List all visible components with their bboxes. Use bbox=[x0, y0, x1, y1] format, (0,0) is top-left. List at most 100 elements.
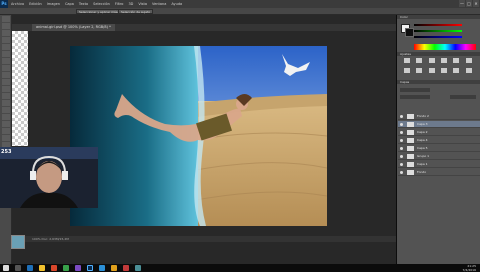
folder-icon[interactable] bbox=[39, 265, 45, 271]
status-bar: 100% Doc: 2,63M/15,2M bbox=[12, 236, 396, 242]
visibility-eye-icon[interactable] bbox=[400, 123, 403, 126]
photo-filter-icon[interactable] bbox=[428, 68, 435, 73]
image-canvas[interactable] bbox=[70, 46, 327, 226]
layer-row[interactable]: Capa 1 bbox=[398, 161, 480, 168]
blur-tool-icon[interactable] bbox=[2, 100, 10, 106]
search-icon[interactable] bbox=[15, 265, 21, 271]
start-button-icon[interactable] bbox=[3, 265, 9, 271]
black-white-icon[interactable] bbox=[416, 68, 423, 73]
history-brush-tool-icon[interactable] bbox=[2, 79, 10, 85]
channel-mixer-icon[interactable] bbox=[440, 68, 447, 73]
app-icon[interactable] bbox=[63, 265, 69, 271]
menu-window[interactable]: Ventana bbox=[152, 2, 166, 6]
layer-row[interactable]: Capa 2 bbox=[398, 129, 480, 136]
gradient-tool-icon[interactable] bbox=[2, 93, 10, 99]
shape-tool-icon[interactable] bbox=[2, 135, 10, 141]
document-tab[interactable]: animal-girl.psd @ 100% (Layer 2, RGB/8) … bbox=[32, 24, 115, 31]
vibrance-icon[interactable] bbox=[453, 58, 460, 63]
brush-tool-icon[interactable] bbox=[2, 65, 10, 71]
visibility-eye-icon[interactable] bbox=[400, 163, 403, 166]
crop-tool-icon[interactable] bbox=[2, 44, 10, 50]
visibility-eye-icon[interactable] bbox=[400, 171, 403, 174]
eraser-tool-icon[interactable] bbox=[2, 86, 10, 92]
dodge-tool-icon[interactable] bbox=[2, 107, 10, 113]
type-tool-icon[interactable] bbox=[2, 121, 10, 127]
gradient-map-icon[interactable] bbox=[465, 68, 472, 73]
adjustments-panel-header[interactable]: Ajustes bbox=[397, 52, 480, 56]
close-button[interactable]: ✕ bbox=[473, 0, 479, 7]
visibility-eye-icon[interactable] bbox=[400, 131, 403, 134]
maximize-button[interactable]: □ bbox=[466, 0, 472, 7]
app-icon[interactable] bbox=[135, 265, 141, 271]
menu-image[interactable]: Imagen bbox=[47, 2, 60, 6]
curves-icon[interactable] bbox=[428, 58, 435, 63]
layer-row-selected[interactable]: Capa 3 bbox=[398, 121, 480, 128]
layer-thumbnail bbox=[407, 122, 414, 127]
app-icon[interactable] bbox=[123, 265, 129, 271]
visibility-eye-icon[interactable] bbox=[400, 155, 403, 158]
menu-edit[interactable]: Edición bbox=[29, 2, 42, 6]
app-icon[interactable] bbox=[99, 265, 105, 271]
marquee-tool-icon[interactable] bbox=[2, 23, 10, 29]
browser-icon[interactable] bbox=[27, 265, 33, 271]
color-spectrum[interactable] bbox=[414, 44, 476, 50]
layer-row[interactable]: Capa 4 bbox=[398, 137, 480, 144]
menu-file[interactable]: Archivo bbox=[11, 2, 24, 6]
visibility-eye-icon[interactable] bbox=[400, 139, 403, 142]
layer-row[interactable]: Grupo 1 bbox=[398, 153, 480, 160]
app-icon[interactable] bbox=[111, 265, 117, 271]
photoshop-taskbar-icon[interactable] bbox=[87, 265, 93, 271]
lasso-tool-icon[interactable] bbox=[2, 30, 10, 36]
menu-filter[interactable]: Filtro bbox=[115, 2, 124, 6]
menu-layer[interactable]: Capa bbox=[65, 2, 74, 6]
move-tool-icon[interactable] bbox=[2, 16, 10, 22]
select-subject-button[interactable]: Selección de sujeto bbox=[118, 9, 154, 14]
hue-sat-icon[interactable] bbox=[465, 58, 472, 63]
layer-thumbnail bbox=[407, 130, 414, 135]
layer-row[interactable]: Fondo bbox=[398, 169, 480, 176]
menu-view[interactable]: Vista bbox=[138, 2, 147, 6]
menu-select[interactable]: Selección bbox=[93, 2, 110, 6]
blend-mode-dropdown[interactable] bbox=[400, 95, 430, 99]
brightness-icon[interactable] bbox=[404, 58, 410, 63]
invert-icon[interactable] bbox=[453, 68, 460, 73]
tools-panel bbox=[0, 15, 12, 264]
levels-icon[interactable] bbox=[416, 58, 423, 63]
layer-thumbnail bbox=[407, 162, 414, 167]
app-icon[interactable] bbox=[51, 265, 57, 271]
color-panel-header[interactable]: Color bbox=[397, 15, 480, 19]
green-slider[interactable] bbox=[414, 30, 462, 32]
opacity-field[interactable] bbox=[450, 95, 476, 99]
blue-slider[interactable] bbox=[414, 36, 462, 38]
color-balance-icon[interactable] bbox=[404, 68, 410, 73]
streamer-webcam-image bbox=[0, 147, 98, 208]
exposure-icon[interactable] bbox=[440, 58, 447, 63]
path-select-tool-icon[interactable] bbox=[2, 128, 10, 134]
system-clock[interactable]: 21:25 7/4/2016 bbox=[463, 264, 476, 272]
red-slider[interactable] bbox=[414, 24, 462, 26]
overlay-number: 253 bbox=[1, 149, 12, 155]
menu-3d[interactable]: 3D bbox=[128, 2, 133, 6]
healing-tool-icon[interactable] bbox=[2, 58, 10, 64]
quick-select-tool-icon[interactable] bbox=[2, 37, 10, 43]
pen-tool-icon[interactable] bbox=[2, 114, 10, 120]
visibility-eye-icon[interactable] bbox=[400, 147, 403, 150]
navigator-thumbnail[interactable] bbox=[11, 235, 25, 249]
menu-type[interactable]: Texto bbox=[79, 2, 88, 6]
layer-row[interactable]: Fondo 2 bbox=[398, 113, 480, 120]
layers-panel-header[interactable]: Capas bbox=[397, 80, 480, 84]
stamp-tool-icon[interactable] bbox=[2, 72, 10, 78]
eyedropper-tool-icon[interactable] bbox=[2, 51, 10, 57]
menu-help[interactable]: Ayuda bbox=[171, 2, 182, 6]
layer-filter-dropdown[interactable] bbox=[400, 88, 430, 92]
layer-name: Fondo bbox=[417, 170, 427, 174]
layer-row[interactable]: Capa 5 bbox=[398, 145, 480, 152]
app-icon[interactable] bbox=[75, 265, 81, 271]
background-color-swatch[interactable] bbox=[405, 28, 414, 37]
layers-panel-title: Capas bbox=[400, 80, 410, 84]
minimize-button[interactable]: — bbox=[459, 0, 465, 7]
adjustment-icons bbox=[404, 58, 476, 76]
layer-name: Fondo 2 bbox=[417, 114, 429, 118]
visibility-eye-icon[interactable] bbox=[400, 115, 403, 118]
layer-name: Capa 3 bbox=[417, 122, 428, 126]
